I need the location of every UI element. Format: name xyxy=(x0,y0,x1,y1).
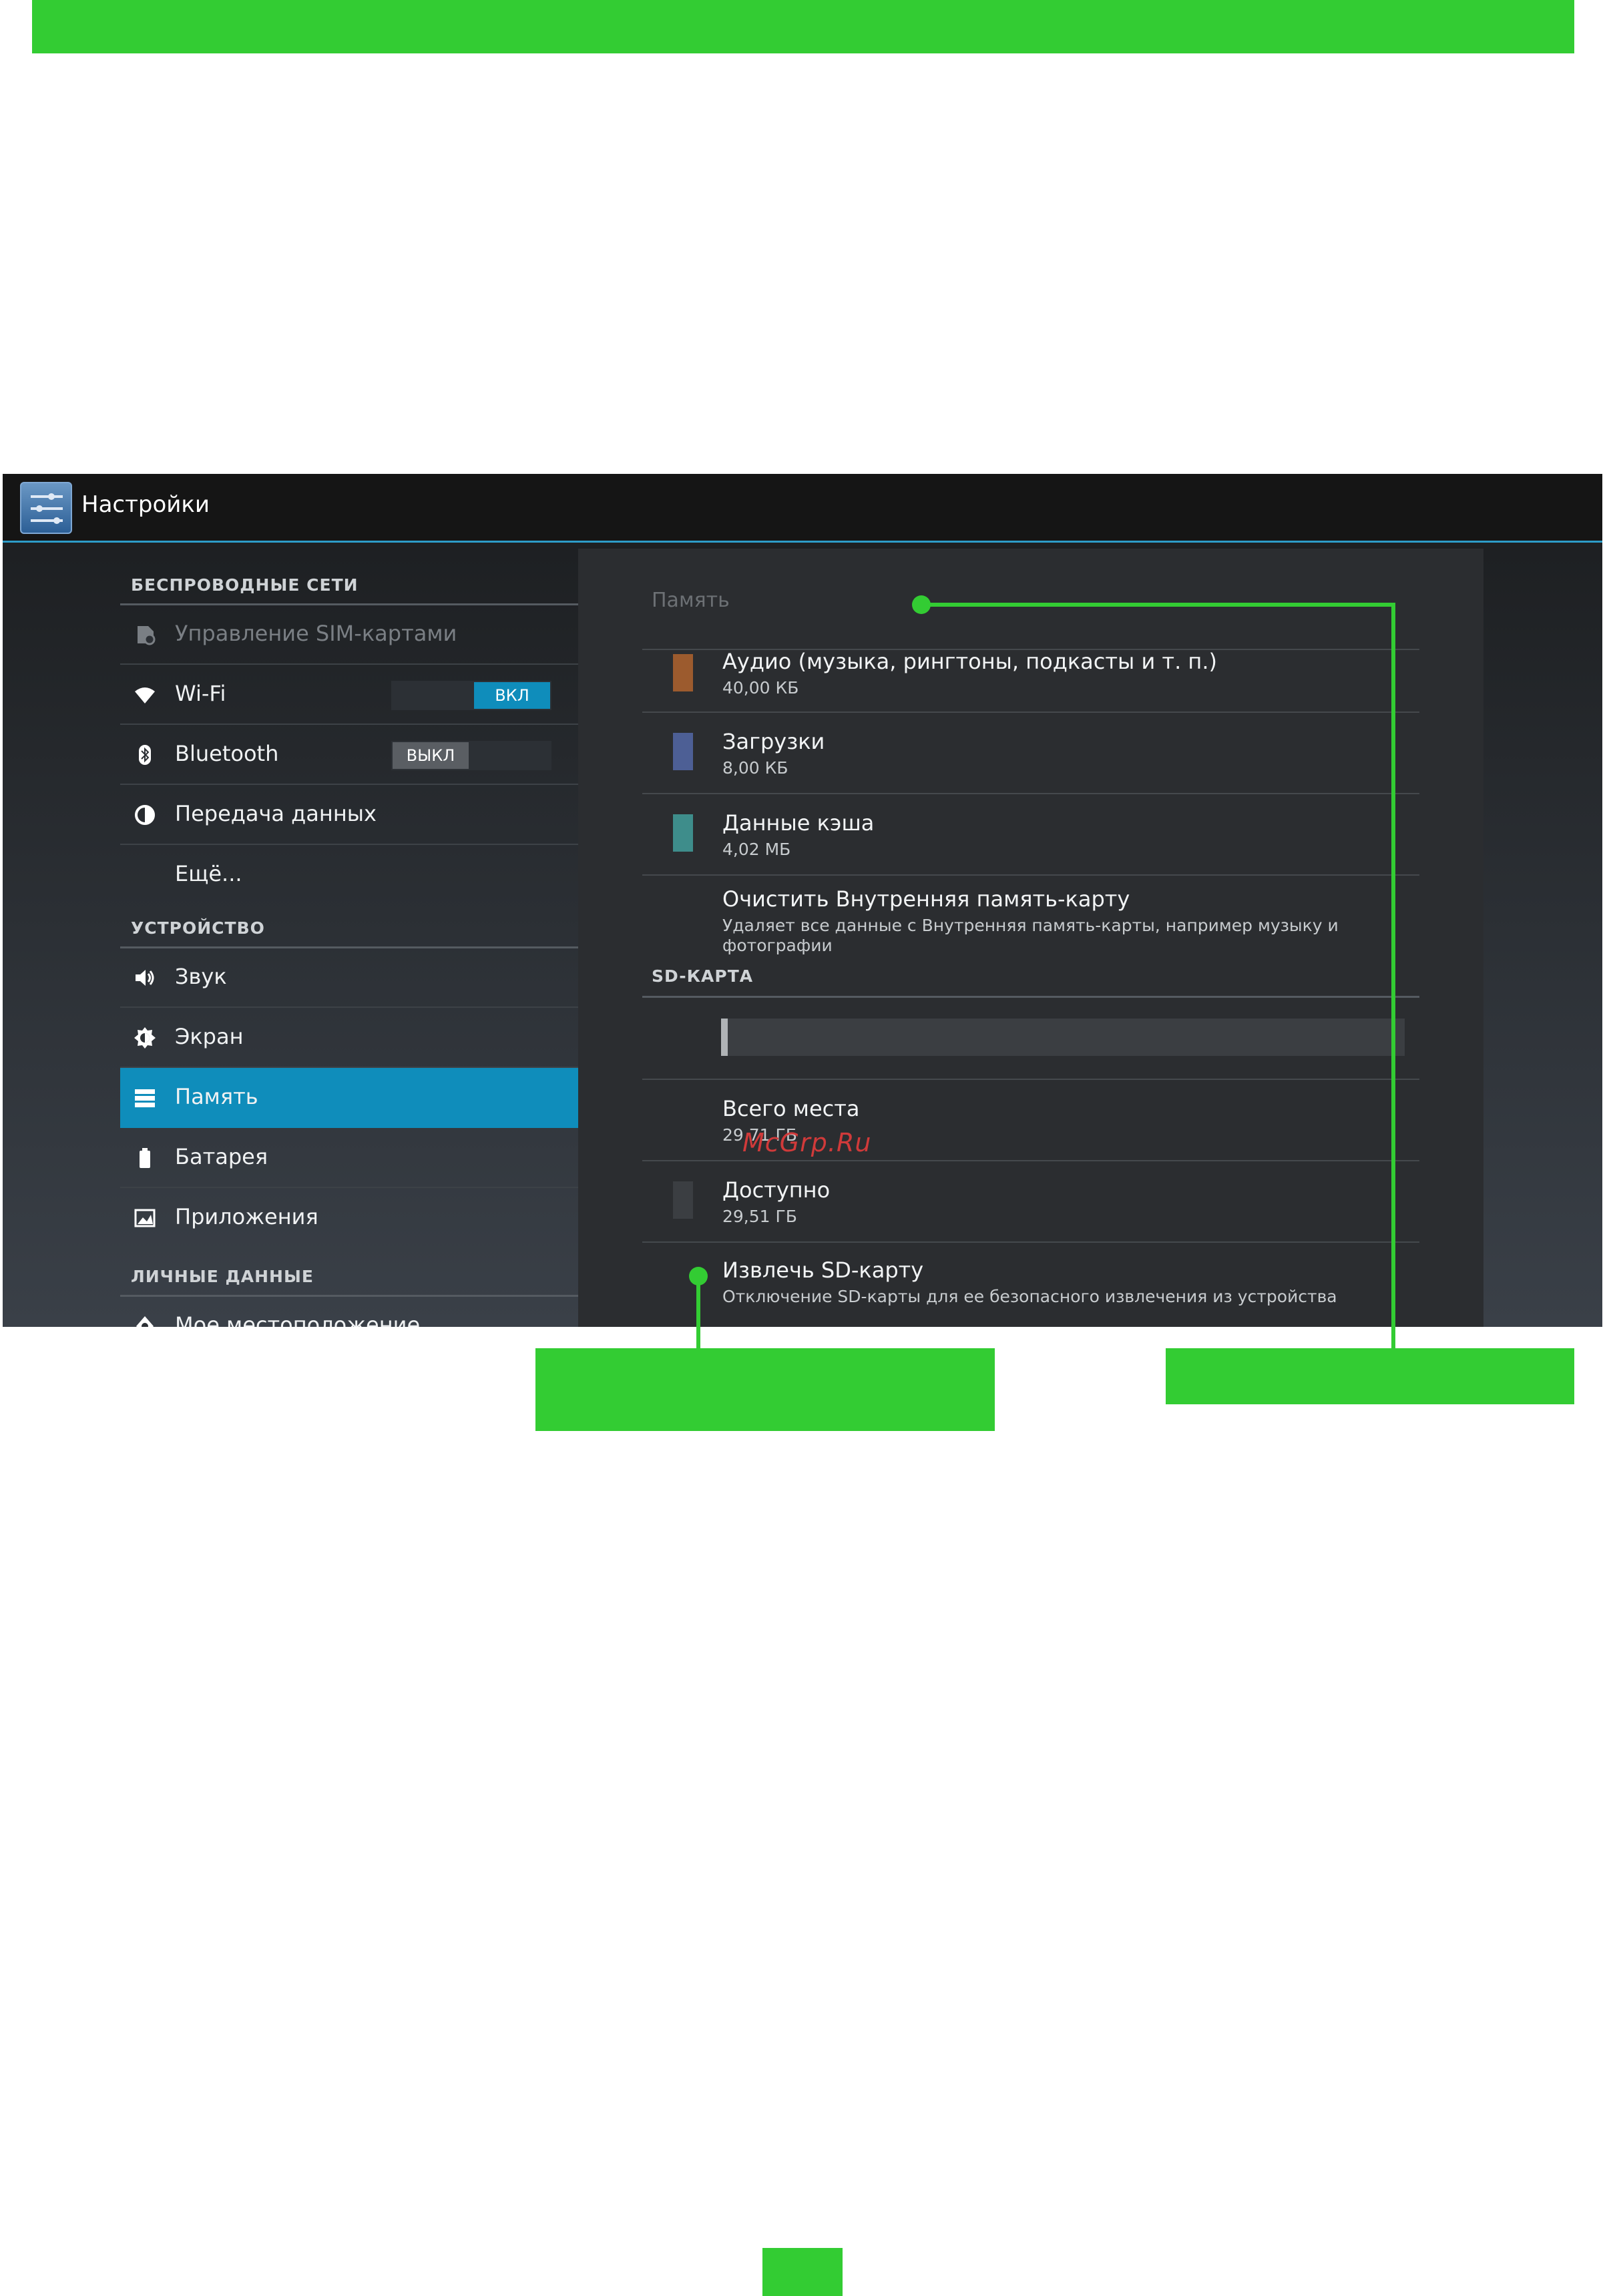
sidebar-item-label: Wi-Fi xyxy=(175,681,226,706)
storage-row-audio[interactable]: Аудио (музыка, рингтоны, подкасты и т. п… xyxy=(642,649,1419,713)
sidebar-item-label: Звук xyxy=(175,964,227,989)
clear-internal-storage-row[interactable]: Очистить Внутренняя память-карту Удаляет… xyxy=(642,874,1419,962)
wifi-icon xyxy=(134,683,156,706)
row-subtitle: 40,00 КБ xyxy=(722,678,799,697)
callout-line xyxy=(696,1276,700,1350)
sim-card-icon xyxy=(134,623,156,646)
eject-sd-card-row[interactable]: Извлечь SD-карту Отключение SD-карты для… xyxy=(642,1241,1419,1327)
page-number-tab xyxy=(762,2248,843,2296)
row-subtitle: Отключение SD-карты для ее безопасного и… xyxy=(722,1287,1337,1306)
section-header-device: УСТРОЙСТВО xyxy=(131,918,265,938)
sidebar-item-label: Мое местоположение xyxy=(175,1312,421,1327)
bluetooth-icon xyxy=(134,744,156,766)
wifi-toggle[interactable]: ВКЛ xyxy=(391,681,551,710)
sidebar-item-label: Экран xyxy=(175,1024,244,1049)
sidebar-item-label: Bluetooth xyxy=(175,741,279,766)
downloads-color-swatch xyxy=(673,733,693,770)
sd-card-section-header: SD-КАРТА xyxy=(652,966,754,986)
sidebar-item-apps[interactable]: Приложения xyxy=(120,1188,578,1248)
sidebar-item-label: Передача данных xyxy=(175,801,377,826)
row-subtitle: 4,02 МБ xyxy=(722,840,791,859)
sd-usage-bar xyxy=(721,1019,1405,1056)
storage-icon xyxy=(134,1087,156,1109)
row-subtitle: 29,51 ГБ xyxy=(722,1207,797,1226)
callout-line xyxy=(1391,603,1395,1350)
callout-line xyxy=(921,603,1395,607)
settings-sliders-icon[interactable] xyxy=(20,482,72,534)
app-title: Настройки xyxy=(81,491,210,518)
sidebar-item-label: Память xyxy=(175,1084,258,1109)
section-header-personal: ЛИЧНЫЕ ДАННЫЕ xyxy=(131,1267,314,1286)
sidebar-item-location[interactable]: Мое местоположение xyxy=(120,1296,578,1327)
row-subtitle: Удаляет все данные с Внутренняя память-к… xyxy=(722,916,1339,935)
sidebar-item-sound[interactable]: Звук xyxy=(120,948,578,1008)
section-divider xyxy=(642,996,1419,998)
row-title: Извлечь SD-карту xyxy=(722,1257,924,1283)
storage-panel: Память Аудио (музыка, рингтоны, подкасты… xyxy=(578,549,1483,1327)
sd-available-row: Доступно 29,51 ГБ xyxy=(642,1160,1419,1243)
bluetooth-toggle[interactable]: ВЫКЛ xyxy=(391,741,551,770)
location-icon xyxy=(134,1315,156,1327)
apps-icon xyxy=(134,1207,156,1229)
speaker-icon xyxy=(134,966,156,989)
sidebar-item-data-usage[interactable]: Передача данных xyxy=(120,785,578,845)
row-title: Доступно xyxy=(722,1177,831,1203)
sidebar-item-wifi[interactable]: Wi-Fi ВКЛ xyxy=(120,665,578,725)
callout-label-box-panel-title xyxy=(1166,1348,1574,1404)
sd-usage-fill xyxy=(721,1019,728,1056)
row-title: Всего места xyxy=(722,1096,860,1121)
android-settings-screenshot: Настройки БЕСПРОВОДНЫЕ СЕТИ Управление S… xyxy=(3,474,1602,1327)
section-header-wireless: БЕСПРОВОДНЫЕ СЕТИ xyxy=(131,575,359,595)
sidebar-item-sim-management[interactable]: Управление SIM-картами xyxy=(120,605,578,665)
watermark-text: McGrp.Ru xyxy=(742,1128,872,1157)
audio-color-swatch xyxy=(673,654,693,691)
sidebar-item-bluetooth[interactable]: Bluetooth ВЫКЛ xyxy=(120,725,578,785)
sidebar-item-label: Приложения xyxy=(175,1204,318,1229)
row-subtitle: 8,00 КБ xyxy=(722,758,788,778)
data-usage-icon xyxy=(134,804,156,826)
wifi-toggle-on-label: ВКЛ xyxy=(474,682,550,709)
storage-row-downloads[interactable]: Загрузки 8,00 КБ xyxy=(642,711,1419,794)
sidebar-item-label: Батарея xyxy=(175,1144,268,1169)
settings-sidebar: БЕСПРОВОДНЫЕ СЕТИ Управление SIM-картами… xyxy=(120,541,581,1327)
bluetooth-toggle-off-label: ВЫКЛ xyxy=(393,742,469,769)
battery-icon xyxy=(134,1147,156,1169)
sidebar-item-more[interactable]: Ещё... xyxy=(120,845,578,905)
row-title: Очистить Внутренняя память-карту xyxy=(722,886,1130,912)
row-title: Данные кэша xyxy=(722,810,875,836)
cache-color-swatch xyxy=(673,814,693,852)
sidebar-item-label: Управление SIM-картами xyxy=(175,621,457,646)
row-title: Загрузки xyxy=(722,729,825,754)
callout-label-box-eject xyxy=(535,1348,995,1431)
sidebar-item-display[interactable]: Экран xyxy=(120,1008,578,1068)
panel-title: Память xyxy=(652,589,730,612)
storage-row-cache[interactable]: Данные кэша 4,02 МБ xyxy=(642,793,1419,876)
action-bar: Настройки xyxy=(3,474,1602,543)
row-title: Аудио (музыка, рингтоны, подкасты и т. п… xyxy=(722,649,1217,674)
sidebar-item-label: Ещё... xyxy=(175,861,242,886)
row-subtitle-cont: фотографии xyxy=(722,936,833,955)
sidebar-item-battery[interactable]: Батарея xyxy=(120,1128,578,1188)
available-color-swatch xyxy=(673,1181,693,1219)
brightness-icon xyxy=(134,1027,156,1049)
sidebar-item-storage[interactable]: Память xyxy=(120,1068,578,1128)
top-header-bar xyxy=(32,0,1574,53)
